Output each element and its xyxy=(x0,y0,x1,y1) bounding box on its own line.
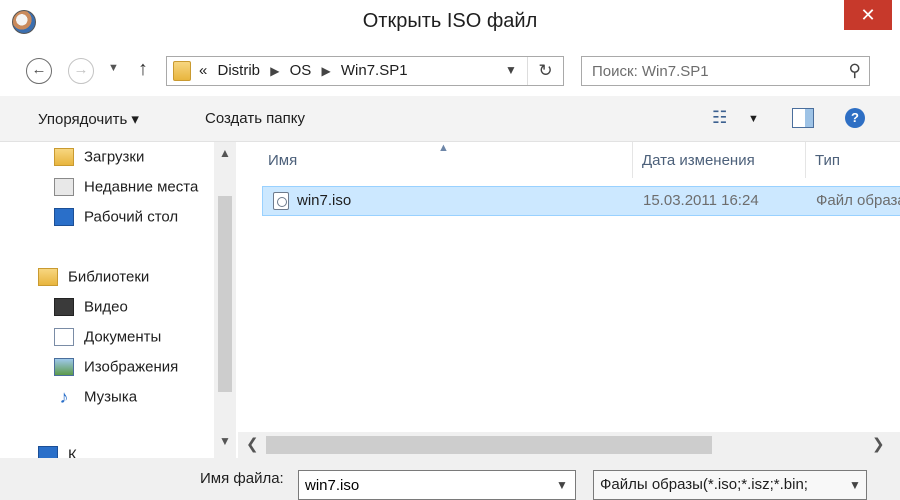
sidebar-item-music[interactable]: ♪ Музыка xyxy=(54,387,138,412)
file-name-row: Имя файла: ▼ Файлы образы(*.iso;*.isz;*.… xyxy=(0,458,900,500)
file-row[interactable]: win7.iso 15.03.2011 16:24 Файл образа xyxy=(262,186,900,216)
title-bar: Открыть ISO файл ✕ xyxy=(0,0,900,44)
recent-places-icon xyxy=(54,178,74,197)
downloads-icon xyxy=(54,148,74,167)
desktop-icon xyxy=(54,208,74,227)
file-date: 15.03.2011 16:24 xyxy=(643,192,759,209)
preview-pane-icon[interactable] xyxy=(792,108,814,128)
close-button[interactable]: ✕ xyxy=(844,0,892,30)
sidebar-item-pictures[interactable]: Изображения xyxy=(54,358,178,382)
column-header-date[interactable]: Дата изменения xyxy=(642,152,755,169)
disc-image-icon xyxy=(273,192,289,210)
filetype-select[interactable]: Файлы образы(*.iso;*.isz;*.bin; xyxy=(593,470,867,500)
view-options-icon[interactable]: ☷ xyxy=(712,108,727,128)
new-folder-button[interactable]: Создать папку xyxy=(205,110,305,127)
sidebar-item-documents[interactable]: Документы xyxy=(54,328,161,352)
file-name: win7.iso xyxy=(297,192,352,209)
forward-button[interactable]: → xyxy=(68,58,94,84)
column-divider[interactable] xyxy=(632,142,633,178)
column-header-type[interactable]: Тип xyxy=(815,152,840,169)
video-icon xyxy=(54,298,74,317)
sidebar-item-desktop[interactable]: Рабочий стол xyxy=(54,208,178,232)
navigation-pane: Загрузки Недавние места Рабочий стол Биб… xyxy=(0,142,238,458)
breadcrumb: « Distrib ▶ OS ▶ Win7.SP1 xyxy=(199,62,414,79)
libraries-icon xyxy=(38,268,58,287)
sidebar-item-recent-places[interactable]: Недавние места xyxy=(54,178,198,202)
pictures-icon xyxy=(54,358,74,377)
sidebar-item-libraries[interactable]: Библиотеки xyxy=(38,268,149,292)
recent-locations-dropdown[interactable]: ▼ xyxy=(108,62,119,74)
search-icon[interactable]: ⚲ xyxy=(849,61,861,81)
sidebar-item-downloads[interactable]: Загрузки xyxy=(54,148,144,172)
sort-ascending-icon: ▲ xyxy=(438,142,449,154)
sidebar-item-computer[interactable]: К xyxy=(38,446,77,458)
address-dropdown-icon[interactable]: ▼ xyxy=(505,63,517,77)
scroll-right-icon[interactable]: ❯ xyxy=(872,435,885,453)
up-folder-button[interactable]: ↑ xyxy=(138,58,148,81)
breadcrumb-separator-icon[interactable]: ▶ xyxy=(321,64,330,78)
breadcrumb-item-win7sp1[interactable]: Win7.SP1 xyxy=(341,62,408,79)
column-header-name[interactable]: Имя xyxy=(268,152,297,169)
filename-dropdown-icon[interactable]: ▼ xyxy=(556,478,568,492)
file-list-horizontal-scrollbar[interactable]: ❮ ❯ xyxy=(238,432,900,458)
search-placeholder: Поиск: Win7.SP1 xyxy=(592,63,709,80)
address-bar[interactable]: « Distrib ▶ OS ▶ Win7.SP1 ▼ ↻ xyxy=(166,56,564,86)
column-divider[interactable] xyxy=(805,142,806,178)
refresh-button[interactable]: ↻ xyxy=(527,57,563,85)
breadcrumb-item-distrib[interactable]: Distrib xyxy=(218,62,261,79)
filename-input[interactable] xyxy=(298,470,576,500)
command-bar: Упорядочить ▾ Создать папку ☷ ▼ ? xyxy=(0,96,900,142)
organize-button[interactable]: Упорядочить ▾ xyxy=(38,110,139,128)
file-type: Файл образа xyxy=(816,192,900,209)
address-row: ← → ▼ ↑ « Distrib ▶ OS ▶ Win7.SP1 ▼ ↻ По… xyxy=(0,44,900,96)
file-list: ▲ Имя Дата изменения Тип win7.iso 15.03.… xyxy=(238,142,900,432)
scroll-left-icon[interactable]: ❮ xyxy=(246,435,259,453)
folder-icon xyxy=(173,61,191,81)
sidebar-scrollbar[interactable]: ▲ ▼ xyxy=(214,142,236,458)
scroll-down-icon[interactable]: ▼ xyxy=(219,434,231,448)
view-dropdown-icon[interactable]: ▼ xyxy=(748,113,759,125)
breadcrumb-item-os[interactable]: OS xyxy=(290,62,312,79)
breadcrumb-overflow[interactable]: « xyxy=(199,62,207,79)
filename-label: Имя файла: xyxy=(200,470,284,487)
scrollbar-thumb[interactable] xyxy=(218,196,232,392)
help-icon[interactable]: ? xyxy=(845,108,865,128)
scroll-up-icon[interactable]: ▲ xyxy=(219,146,231,160)
computer-icon xyxy=(38,446,58,458)
documents-icon xyxy=(54,328,74,347)
window-title: Открыть ISO файл xyxy=(362,10,538,32)
breadcrumb-separator-icon[interactable]: ▶ xyxy=(270,64,279,78)
search-input[interactable]: Поиск: Win7.SP1 ⚲ xyxy=(581,56,870,86)
filetype-dropdown-icon[interactable]: ▼ xyxy=(849,478,861,492)
music-icon: ♪ xyxy=(59,387,69,408)
sidebar-item-video[interactable]: Видео xyxy=(54,298,128,322)
scrollbar-thumb[interactable] xyxy=(266,436,712,454)
back-button[interactable]: ← xyxy=(26,58,52,84)
